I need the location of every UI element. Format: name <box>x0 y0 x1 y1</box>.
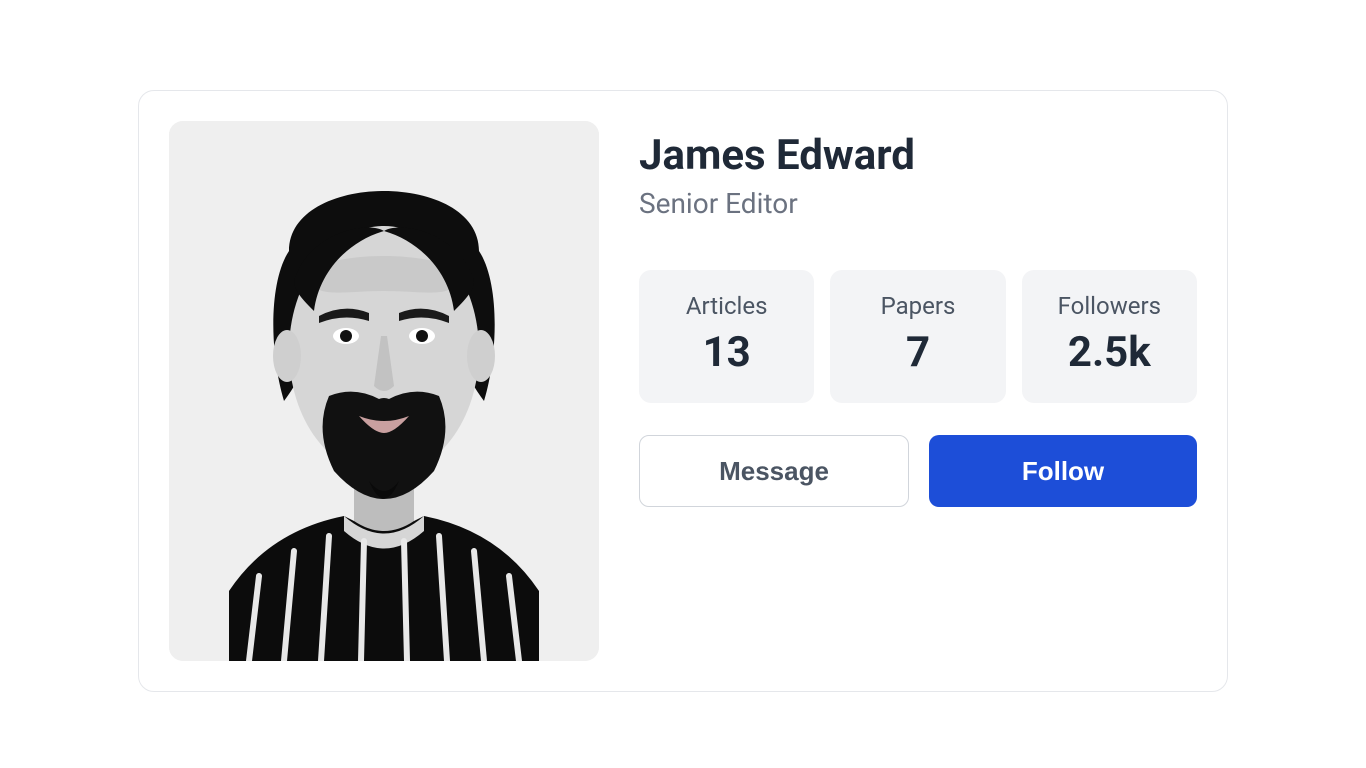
stat-papers: Papers 7 <box>830 270 1005 403</box>
avatar-image <box>169 121 599 661</box>
message-button[interactable]: Message <box>639 435 909 507</box>
stat-label: Articles <box>649 292 804 320</box>
profile-name: James Edward <box>639 131 1197 181</box>
avatar <box>169 121 599 661</box>
profile-info: James Edward Senior Editor Articles 13 P… <box>639 121 1197 661</box>
stat-value: 2.5k <box>1032 328 1187 377</box>
stat-articles: Articles 13 <box>639 270 814 403</box>
stat-label: Papers <box>840 292 995 320</box>
stats-row: Articles 13 Papers 7 Followers 2.5k <box>639 270 1197 403</box>
stat-value: 7 <box>840 328 995 377</box>
profile-role: Senior Editor <box>639 187 1197 220</box>
profile-card: James Edward Senior Editor Articles 13 P… <box>138 90 1228 692</box>
follow-button[interactable]: Follow <box>929 435 1197 507</box>
actions-row: Message Follow <box>639 435 1197 507</box>
stat-label: Followers <box>1032 292 1187 320</box>
stat-value: 13 <box>649 328 804 377</box>
stat-followers: Followers 2.5k <box>1022 270 1197 403</box>
